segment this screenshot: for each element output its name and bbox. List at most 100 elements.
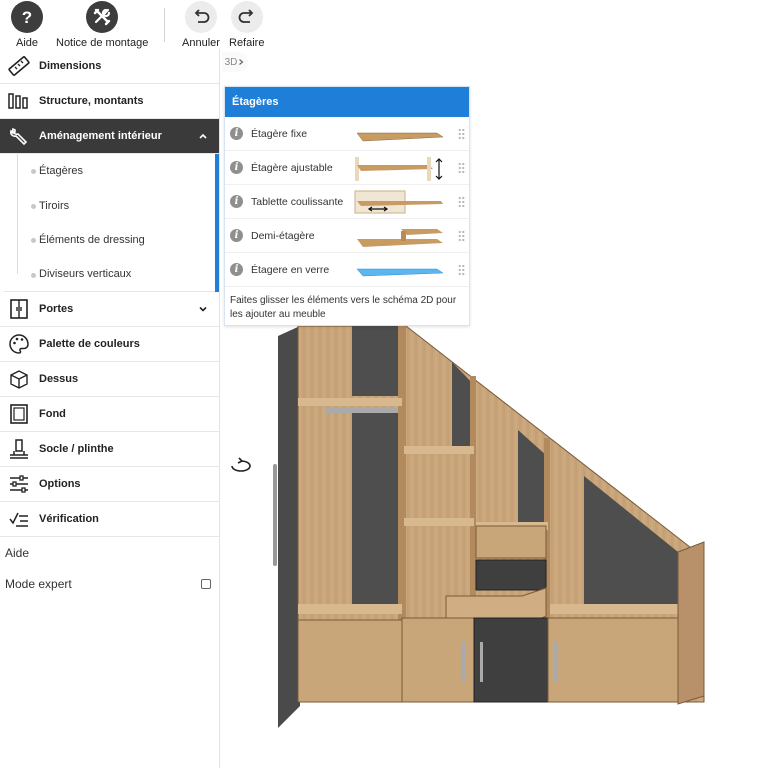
sidebar-item-dimensions[interactable]: Dimensions	[0, 49, 219, 84]
help-label: Aide	[15, 37, 39, 49]
sidebar-item-plinth[interactable]: Socle / plinthe	[0, 432, 219, 467]
submenu-item-dividers[interactable]: Diviseurs verticaux	[4, 258, 215, 292]
sidebar-item-doors[interactable]: Portes	[0, 292, 219, 327]
sidebar-item-label: Fond	[39, 408, 66, 420]
shelf	[404, 518, 474, 526]
compartment-back	[352, 410, 400, 604]
drag-handle-icon[interactable]	[458, 196, 465, 208]
drag-handle-icon[interactable]	[458, 128, 465, 140]
shelf-option-glass[interactable]: i Étagere en verre	[225, 253, 469, 287]
shelf-option-half[interactable]: i Demi-étagère	[225, 219, 469, 253]
lower-door	[473, 617, 549, 703]
drag-handle-icon[interactable]	[458, 162, 465, 174]
sidebar-item-label: Dessus	[39, 373, 79, 385]
info-icon[interactable]: i	[230, 127, 243, 140]
sidebar-item-label: Portes	[39, 303, 74, 315]
sidebar-item-back[interactable]: Fond	[0, 397, 219, 432]
help-icon: ?	[11, 1, 43, 33]
sidebar-item-label: Options	[39, 478, 81, 490]
shelf-option-sliding[interactable]: i Tablette coulissante	[225, 185, 469, 219]
info-icon[interactable]: i	[230, 161, 243, 174]
redo-label: Refaire	[229, 37, 265, 49]
uprights-icon	[4, 86, 34, 116]
chevron-up-icon[interactable]	[197, 130, 209, 142]
submenu-item-drawers[interactable]: Tiroirs	[4, 189, 215, 224]
sidebar-item-top[interactable]: Dessus	[0, 362, 219, 397]
assembly-manual-button[interactable]: Notice de montage	[56, 1, 148, 49]
door-handle	[273, 464, 277, 566]
panel-title: Étagères	[225, 87, 469, 117]
sliding-shelf-image	[354, 190, 443, 214]
expert-mode-label: Mode expert	[5, 576, 72, 591]
shelf-option-label: Demi-étagère	[251, 229, 315, 242]
sidebar-item-structure[interactable]: Structure, montants	[0, 84, 219, 119]
lower-door	[547, 617, 679, 703]
palette-icon	[4, 329, 34, 359]
sidebar-item-options[interactable]: Options	[0, 467, 219, 502]
right-side-panel	[677, 541, 705, 705]
info-icon[interactable]: i	[230, 263, 243, 276]
info-icon[interactable]: i	[230, 229, 243, 242]
sidebar-item-label: Aménagement intérieur	[39, 130, 162, 142]
drawer	[475, 525, 547, 559]
view-mode-breadcrumb[interactable]: 3D	[222, 52, 248, 72]
toolbar-divider	[164, 8, 165, 42]
submenu-item-shelves[interactable]: Étagères	[4, 154, 215, 189]
sidebar-item-label: Palette de couleurs	[39, 338, 140, 350]
ruler-icon	[4, 51, 34, 81]
back-panel-icon	[4, 399, 34, 429]
sidebar-item-verification[interactable]: Vérification	[0, 502, 219, 537]
panel-hint: Faites glisser les éléments vers le sché…	[230, 295, 457, 320]
submenu-item-dressing[interactable]: Éléments de dressing	[4, 223, 215, 258]
adjustable-shelf-image	[355, 157, 443, 181]
plinth-icon	[4, 434, 34, 464]
fixed-shelf-image	[356, 132, 444, 142]
sidebar: Dimensions Structure, montants Aménageme…	[0, 49, 220, 768]
drawer	[475, 559, 547, 591]
sidebar-item-label: Structure, montants	[39, 95, 144, 107]
shelf-option-label: Étagère ajustable	[251, 161, 333, 174]
door-icon	[4, 294, 34, 324]
lower-door	[297, 619, 403, 703]
bullet-dot	[31, 272, 36, 278]
expert-mode-checkbox[interactable]	[201, 578, 211, 589]
shelf	[404, 446, 474, 454]
open-left-door	[278, 326, 300, 728]
chevron-down-icon[interactable]	[197, 303, 209, 315]
furniture-3d-view[interactable]	[222, 326, 762, 766]
shelf-option-fixed[interactable]: i Étagère fixe	[225, 117, 469, 151]
checklist-icon	[4, 504, 34, 534]
sliders-icon	[4, 469, 34, 499]
rotate-view-icon[interactable]	[228, 456, 254, 476]
submenu-label: Éléments de dressing	[39, 234, 145, 247]
shelf-option-adjustable[interactable]: i Étagère ajustable	[225, 151, 469, 185]
tools-icon	[86, 1, 119, 33]
sidebar-item-label: Dimensions	[39, 60, 102, 72]
sidebar-item-interior[interactable]: Aménagement intérieur	[0, 119, 219, 154]
door-handle	[480, 642, 483, 682]
shelves-panel: Étagères i Étagère fixe i Étagère ajusta…	[224, 86, 470, 326]
sidebar-item-palette[interactable]: Palette de couleurs	[0, 327, 219, 362]
undo-icon	[184, 1, 217, 33]
compartment-back	[352, 326, 400, 396]
glass-shelf-image	[356, 268, 444, 277]
sidebar-item-label: Vérification	[39, 513, 99, 525]
drag-handle-icon[interactable]	[458, 264, 465, 276]
undo-label: Annuler	[182, 37, 220, 49]
redo-button[interactable]: Refaire	[229, 1, 264, 49]
shelf	[298, 398, 402, 406]
help-section-label[interactable]: Aide	[0, 537, 219, 568]
bullet-dot	[31, 238, 36, 243]
submenu-label: Diviseurs verticaux	[39, 268, 132, 281]
door-handle	[462, 642, 465, 682]
info-icon[interactable]: i	[230, 195, 243, 208]
svg-text:?: ?	[22, 8, 32, 27]
help-button[interactable]: ? Aide	[11, 1, 43, 49]
hanging-rail	[326, 408, 402, 413]
wrench-icon	[4, 121, 34, 151]
drag-handle-icon[interactable]	[458, 230, 465, 242]
sidebar-item-label: Socle / plinthe	[39, 443, 114, 455]
expert-mode-row: Mode expert	[0, 568, 219, 599]
chevron-right-icon	[239, 59, 244, 65]
undo-button[interactable]: Annuler	[182, 1, 220, 49]
